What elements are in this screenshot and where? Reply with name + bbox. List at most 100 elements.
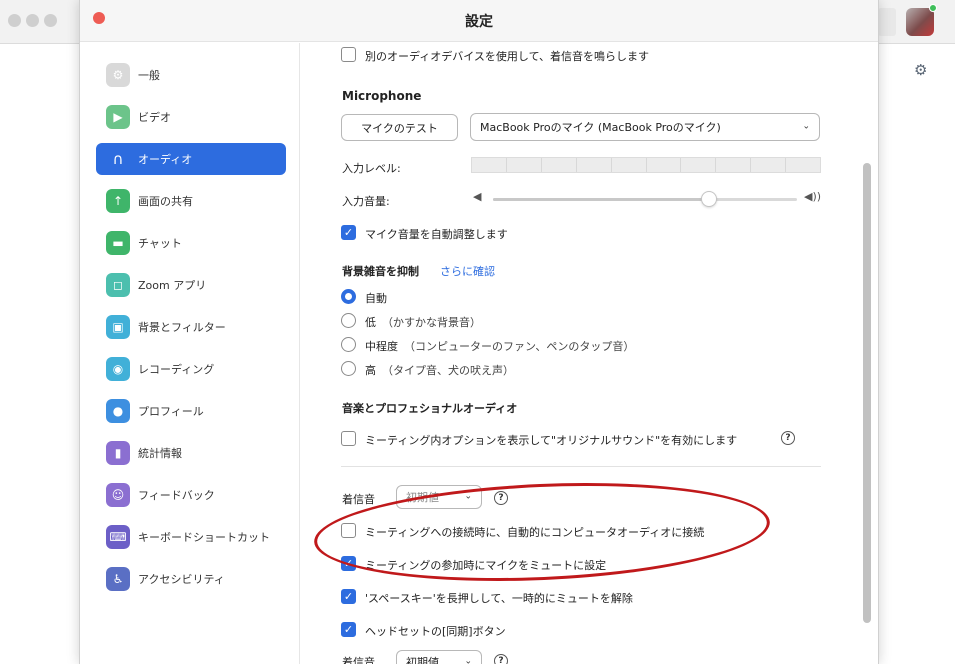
level-meter-segment [751, 158, 787, 172]
auto-join-audio-label: ミーティングへの接続時に、自動的にコンピュータオーディオに接続 [365, 526, 705, 539]
profile-icon: ● [106, 399, 130, 423]
sidebar-item-label: Zoom アプリ [138, 279, 207, 292]
sidebar-item-9[interactable]: ▮ 統計情報 [96, 437, 286, 469]
microphone-heading: Microphone [342, 89, 422, 103]
sidebar-item-12[interactable]: ♿ アクセシビリティ [96, 563, 286, 595]
sidebar-item-8[interactable]: ● プロフィール [96, 395, 286, 427]
original-sound-label: ミーティング内オプションを表示して"オリジナルサウンド"を有効にします [365, 434, 738, 447]
sidebar-item-label: アクセシビリティ [138, 573, 225, 586]
sidebar-item-3[interactable]: ↑ 画面の共有 [96, 185, 286, 217]
volume-low-icon: ◀ [473, 190, 482, 203]
avatar[interactable] [906, 8, 934, 36]
help-icon[interactable]: ? [781, 431, 795, 445]
mute-on-join-checkbox[interactable]: ✓ [341, 556, 356, 571]
noise-option-radio[interactable] [341, 337, 356, 352]
noise-option-radio[interactable] [341, 313, 356, 328]
window-titlebar: 設定 [80, 0, 878, 42]
test-mic-button[interactable]: マイクのテスト [341, 114, 458, 141]
scrollbar[interactable] [863, 163, 871, 623]
noise-option-hint: （タイプ音、犬の吠え声） [382, 364, 514, 377]
section-divider [341, 466, 821, 467]
settings-window: 設定 ⚙ 一般 ▶ ビデオ ∩ オーディオ ↑ 画面の共有 ▬ チャット ◻ Zoom アプリ ▣ 背景と… [79, 0, 879, 664]
level-meter-segment [681, 158, 717, 172]
original-sound-checkbox[interactable] [341, 431, 356, 446]
online-status-dot [929, 4, 937, 12]
accessibility-icon: ♿ [106, 567, 130, 591]
sidebar-item-label: プロフィール [138, 405, 204, 418]
noise-option-hint: （コンピューターのファン、ペンのタップ音） [404, 340, 635, 353]
background-search-box [878, 8, 896, 36]
sidebar-item-1[interactable]: ▶ ビデオ [96, 101, 286, 133]
sidebar-item-label: フィードバック [138, 489, 215, 502]
sidebar-item-4[interactable]: ▬ チャット [96, 227, 286, 259]
headset-sync-checkbox[interactable]: ✓ [341, 622, 356, 637]
sidebar-item-5[interactable]: ◻ Zoom アプリ [96, 269, 286, 301]
mute-on-join-label: ミーティングの参加時にマイクをミュートに設定 [365, 559, 607, 572]
noise-option-radio[interactable] [341, 289, 356, 304]
sidebar-item-label: チャット [138, 237, 182, 250]
microphone-select[interactable]: MacBook Proのマイク (MacBook Proのマイク) ⌄ [470, 113, 820, 141]
background-window-button [44, 14, 57, 27]
noise-option-label: 低 [365, 316, 376, 329]
sidebar-item-6[interactable]: ▣ 背景とフィルター [96, 311, 286, 343]
settings-sidebar: ⚙ 一般 ▶ ビデオ ∩ オーディオ ↑ 画面の共有 ▬ チャット ◻ Zoom アプリ ▣ 背景とフィル… [80, 43, 300, 664]
noise-option-label: 中程度 [365, 340, 398, 353]
help-icon[interactable]: ? [494, 654, 508, 664]
volume-high-icon: ◀)) [804, 190, 822, 203]
help-icon[interactable]: ? [494, 491, 508, 505]
input-volume-slider-thumb[interactable] [700, 191, 717, 207]
level-meter-segment [472, 158, 507, 172]
headset-sync-label: ヘッドセットの[同期]ボタン [365, 625, 506, 638]
apps-icon: ◻ [106, 273, 130, 297]
sidebar-item-label: オーディオ [138, 153, 193, 166]
space-unmute-label: 'スペースキー'を長押しして、一時的にミュートを解除 [365, 592, 633, 605]
background-window-button [8, 14, 21, 27]
input-level-meter [471, 157, 821, 173]
background-window-button [26, 14, 39, 27]
input-volume-slider[interactable] [493, 198, 797, 201]
sidebar-item-11[interactable]: ⌨ キーボードショートカット [96, 521, 286, 553]
level-meter-segment [646, 158, 682, 172]
level-meter-segment [611, 158, 647, 172]
ringtone-select-secondary[interactable]: 初期値 ⌄ [396, 650, 482, 664]
audio-settings-panel: 別のオーディオデバイスを使用して、着信音を鳴らします Microphone マイ… [301, 43, 878, 664]
input-volume-label: 入力音量: [342, 195, 390, 208]
window-title: 設定 [465, 14, 493, 30]
ringtone-label-secondary: 着信音 [342, 656, 375, 664]
input-level-label: 入力レベル: [342, 162, 401, 175]
sidebar-item-0[interactable]: ⚙ 一般 [96, 59, 286, 91]
sidebar-item-7[interactable]: ◉ レコーディング [96, 353, 286, 385]
noise-option-label: 高 [365, 364, 376, 377]
chat-bubble-icon: ▬ [106, 231, 130, 255]
auto-adjust-volume-checkbox[interactable]: ✓ [341, 225, 356, 240]
music-audio-heading: 音楽とプロフェショナルオーディオ [342, 402, 518, 415]
level-meter-segment [786, 158, 821, 172]
noise-learn-more-link[interactable]: さらに確認 [440, 263, 495, 279]
auto-adjust-volume-label: マイク音量を自動調整します [365, 228, 508, 241]
video-camera-icon: ▶ [106, 105, 130, 129]
auto-join-audio-checkbox[interactable] [341, 523, 356, 538]
sidebar-item-label: ビデオ [138, 111, 171, 124]
background-icon: ▣ [106, 315, 130, 339]
settings-gear-icon[interactable]: ⚙ [914, 61, 927, 79]
ringtone-select[interactable]: 初期値 ⌄ [396, 485, 482, 509]
level-meter-segment [716, 158, 752, 172]
space-unmute-checkbox[interactable]: ✓ [341, 589, 356, 604]
sidebar-item-label: 画面の共有 [138, 195, 193, 208]
separate-device-checkbox[interactable] [341, 47, 356, 62]
chevron-down-icon: ⌄ [464, 491, 472, 502]
level-meter-segment [506, 158, 542, 172]
sidebar-item-2[interactable]: ∩ オーディオ [96, 143, 286, 175]
ringtone-select-value: 初期値 [406, 656, 439, 664]
ringtone-select-value: 初期値 [406, 491, 439, 504]
noise-option-label: 自動 [365, 292, 387, 305]
sidebar-item-10[interactable]: ☺ フィードバック [96, 479, 286, 511]
level-meter-segment [541, 158, 577, 172]
sidebar-item-label: 背景とフィルター [138, 321, 226, 334]
ringtone-label: 着信音 [342, 493, 375, 506]
keyboard-icon: ⌨ [106, 525, 130, 549]
noise-option-radio[interactable] [341, 361, 356, 376]
sidebar-item-label: 一般 [138, 69, 160, 82]
record-icon: ◉ [106, 357, 130, 381]
chevron-down-icon: ⌄ [464, 656, 472, 664]
